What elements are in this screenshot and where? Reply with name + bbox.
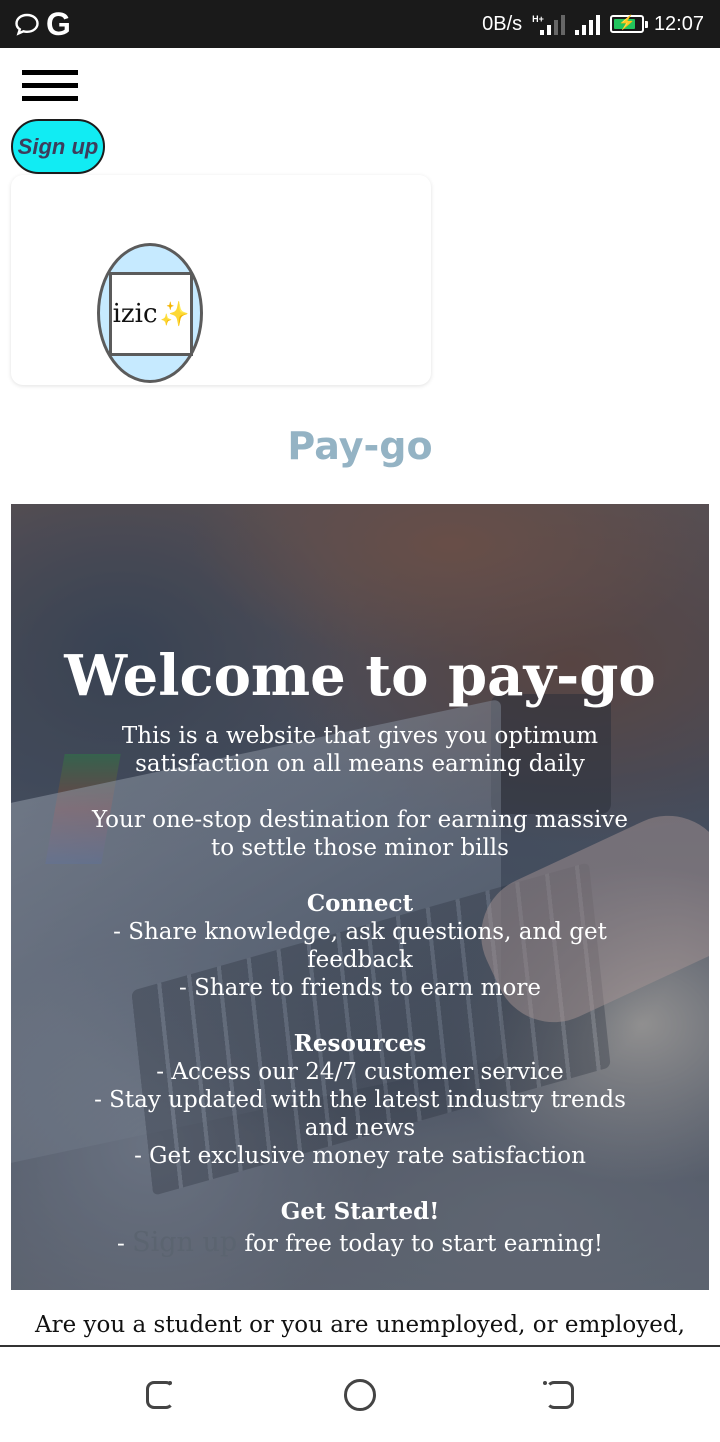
get-started-title: Get Started! <box>280 1198 440 1225</box>
chat-bubble-icon <box>15 13 39 36</box>
hero-heading: Welcome to pay-go <box>64 643 656 709</box>
clock: 12:07 <box>653 12 704 35</box>
sparkle-icon: ✨ <box>159 300 190 328</box>
connect-item: - Share to friends to earn more <box>179 975 541 1001</box>
network-type: H+ <box>532 14 544 24</box>
signup-link[interactable]: Sign up <box>132 1227 237 1258</box>
logo-square: izic ✨ <box>109 272 193 356</box>
status-bar: G 0B/s H+ ⚡ 12:07 <box>0 0 720 48</box>
connect-section: Connect - Share knowledge, ask questions… <box>90 890 630 1002</box>
network-speed: 0B/s <box>482 12 523 35</box>
system-navigation-bar <box>0 1345 720 1442</box>
get-started-prefix: - <box>117 1231 133 1257</box>
google-icon: G <box>46 6 71 42</box>
get-started-section: Get Started! - Sign up for free today to… <box>11 1198 709 1261</box>
signal-hplus-icon: H+ <box>532 13 565 35</box>
hamburger-menu-icon[interactable] <box>22 70 78 102</box>
hero-intro: This is a website that gives you optimum… <box>121 723 599 777</box>
signal-strength-icon <box>574 13 600 35</box>
hero-banner: Welcome to pay-go This is a website that… <box>11 504 709 1290</box>
hero-tagline: Your one-stop destination for earning ma… <box>91 807 629 861</box>
resources-item: - Access our 24/7 customer service <box>156 1059 564 1085</box>
battery-charging-icon: ⚡ <box>609 14 648 33</box>
get-started-suffix: for free today to start earning! <box>237 1231 603 1257</box>
recent-apps-icon[interactable] <box>540 1377 580 1411</box>
home-icon[interactable] <box>340 1377 380 1411</box>
logo-card: izic ✨ <box>11 175 431 385</box>
logo[interactable]: izic ✨ <box>97 243 203 383</box>
signup-button[interactable]: Sign up <box>11 119 105 174</box>
connect-item: - Share knowledge, ask questions, and ge… <box>113 919 607 973</box>
back-icon[interactable] <box>140 1377 180 1411</box>
resources-title: Resources <box>293 1030 427 1057</box>
logo-text: izic <box>112 299 158 329</box>
resources-item: - Get exclusive money rate satisfaction <box>134 1143 586 1169</box>
resources-item: - Stay updated with the latest industry … <box>94 1087 626 1141</box>
connect-title: Connect <box>306 890 414 917</box>
resources-section: Resources - Access our 24/7 customer ser… <box>90 1030 630 1170</box>
page-title: Pay-go <box>287 424 433 468</box>
hero-content: Welcome to pay-go This is a website that… <box>11 644 709 1261</box>
